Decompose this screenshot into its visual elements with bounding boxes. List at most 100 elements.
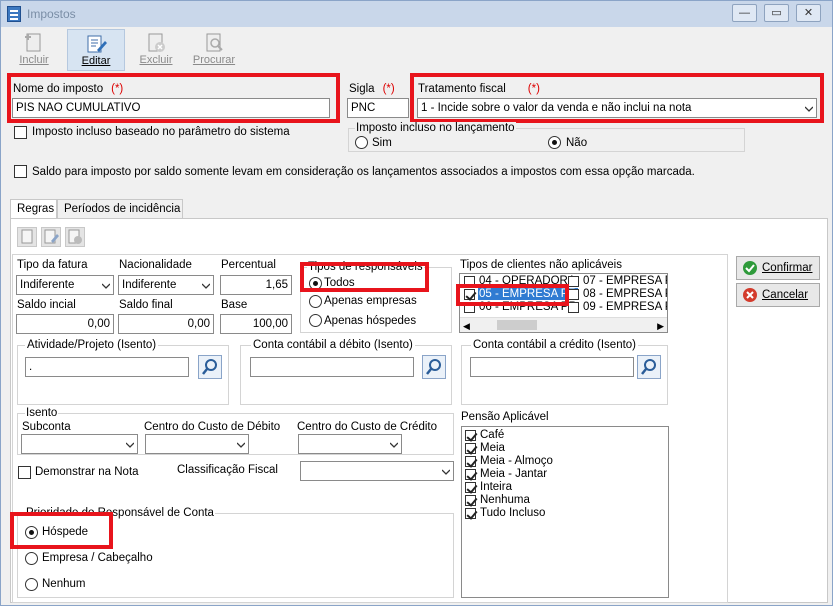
chevron-down-icon [390,442,398,448]
apenas-empresas-radio[interactable] [309,295,322,308]
centro-credito-label: Centro do Custo de Crédito [297,421,437,433]
list-item[interactable]: 09 - EMPRESA PU [566,301,667,314]
apenas-empresas-label: Apenas empresas [324,295,417,307]
chevron-down-icon [442,469,450,475]
horizontal-scrollbar[interactable]: ◀ ▶ [460,317,667,332]
apenas-hospedes-radio[interactable] [309,314,322,327]
maximize-button[interactable]: ▭ [764,4,789,22]
pensao-checkbox[interactable] [465,495,476,506]
tipos-clientes-label: Tipos de clientes não aplicáveis [460,259,622,271]
pensao-checkbox[interactable] [465,508,476,519]
nao-radio[interactable] [548,136,561,149]
incluso-label: Imposto incluso baseado no parâmetro do … [32,126,290,138]
highlight-todos [300,262,429,292]
saldo-checkbox[interactable] [14,165,27,178]
search-icon [426,359,441,375]
highlight-nome [7,73,340,123]
impostos-window: Impostos — ▭ ✕ Incluir Editar Excluir Pr… [0,0,833,606]
list-item[interactable]: 08 - EMPRESA PU [566,288,667,301]
rule-add-button[interactable] [17,227,37,247]
conta-credito-input[interactable] [470,357,634,377]
highlight-cliente-05 [456,284,569,306]
new-rule-icon [21,229,33,244]
chevron-down-icon [102,283,110,289]
minimize-button[interactable]: — [732,4,757,22]
centro-debito-label: Centro do Custo de Débito [144,421,281,433]
list-item[interactable]: 07 - EMPRESA PU [566,275,667,288]
demonstrar-checkbox[interactable] [18,466,31,479]
incluir-button[interactable]: Incluir [5,29,63,71]
tipo-fatura-select[interactable]: Indiferente [16,275,114,295]
pensao-checkbox[interactable] [465,482,476,493]
conta-debito-input[interactable] [250,357,414,377]
confirmar-button[interactable]: Confirmar [736,256,820,280]
apenas-hospedes-label: Apenas hóspedes [324,315,417,327]
nacionalidade-select[interactable]: Indiferente [118,275,214,295]
nenhum-label: Nenhum [42,578,86,590]
saldo-final-label: Saldo final [119,299,173,311]
delete-document-icon [148,33,165,52]
chevron-down-icon [126,442,134,448]
atividade-lookup-button[interactable] [198,355,222,379]
saldo-label: Saldo para imposto por saldo somente lev… [32,166,695,178]
cliente-checkbox[interactable] [568,302,579,313]
scroll-left-icon[interactable]: ◀ [463,321,470,332]
atividade-input[interactable]: . [25,357,189,377]
procurar-button[interactable]: Procurar [185,29,243,71]
empresa-cabecalho-radio[interactable] [25,552,38,565]
tipo-fatura-label: Tipo da fatura [17,259,88,271]
base-input[interactable]: 100,00 [220,314,292,334]
excluir-button[interactable]: Excluir [127,29,185,71]
cliente-checkbox[interactable] [568,289,579,300]
percentual-label: Percentual [221,259,276,271]
pensao-checkbox[interactable] [465,430,476,441]
tab-periodos[interactable]: Períodos de incidência [57,199,183,219]
pensao-label: Pensão Aplicável [461,411,549,423]
sigla-label: Sigla (*) [349,83,395,95]
chevron-down-icon [237,442,245,448]
saldo-final-input[interactable]: 0,00 [118,314,214,334]
edit-document-icon [87,35,107,53]
app-calculator-icon [7,6,21,22]
isento-label: Isento [25,407,59,419]
sigla-input[interactable]: PNC [347,98,409,118]
window-title: Impostos [27,7,76,21]
classificacao-label: Classificação Fiscal [177,464,278,476]
cliente-checkbox[interactable] [568,276,579,287]
cancel-icon [743,288,757,302]
incluso-checkbox[interactable] [14,126,27,139]
rule-edit-button[interactable] [41,227,61,247]
centro-debito-select[interactable] [145,434,249,454]
pensao-checkbox[interactable] [465,443,476,454]
tab-regras[interactable]: Regras [10,199,57,220]
nao-label: Não [566,137,588,149]
toolbar: Incluir Editar Excluir Procurar [1,27,832,73]
sim-radio[interactable] [355,136,368,149]
centro-credito-select[interactable] [298,434,402,454]
edit-rule-icon [44,229,59,244]
cancelar-button[interactable]: Cancelar [736,283,820,307]
close-button[interactable]: ✕ [796,4,821,22]
nacionalidade-label: Nacionalidade [119,259,192,271]
scroll-right-icon[interactable]: ▶ [657,321,664,332]
editar-button[interactable]: Editar [67,29,125,71]
scroll-thumb[interactable] [497,320,537,330]
saldo-inicial-input[interactable]: 0,00 [16,314,114,334]
conta-debito-lookup-button[interactable] [422,355,446,379]
nenhum-radio[interactable] [25,578,38,591]
search-icon [641,359,656,375]
conta-credito-lookup-button[interactable] [637,355,661,379]
search-document-icon [206,33,223,52]
highlight-hospede [10,512,113,549]
pensao-checkbox[interactable] [465,469,476,480]
classificacao-select[interactable] [300,461,454,481]
subconta-select[interactable] [21,434,138,454]
percentual-input[interactable]: 1,65 [220,275,292,295]
rule-delete-button[interactable] [65,227,85,247]
pensao-list[interactable]: Café Meia Meia - Almoço Meia - Jantar In… [461,426,669,598]
incluso-lanc-label: Imposto incluso no lançamento [355,122,516,134]
sim-label: Sim [372,137,392,149]
pensao-checkbox[interactable] [465,456,476,467]
conta-debito-label: Conta contábil a débito (Isento) [251,339,415,351]
new-document-icon [25,33,41,52]
